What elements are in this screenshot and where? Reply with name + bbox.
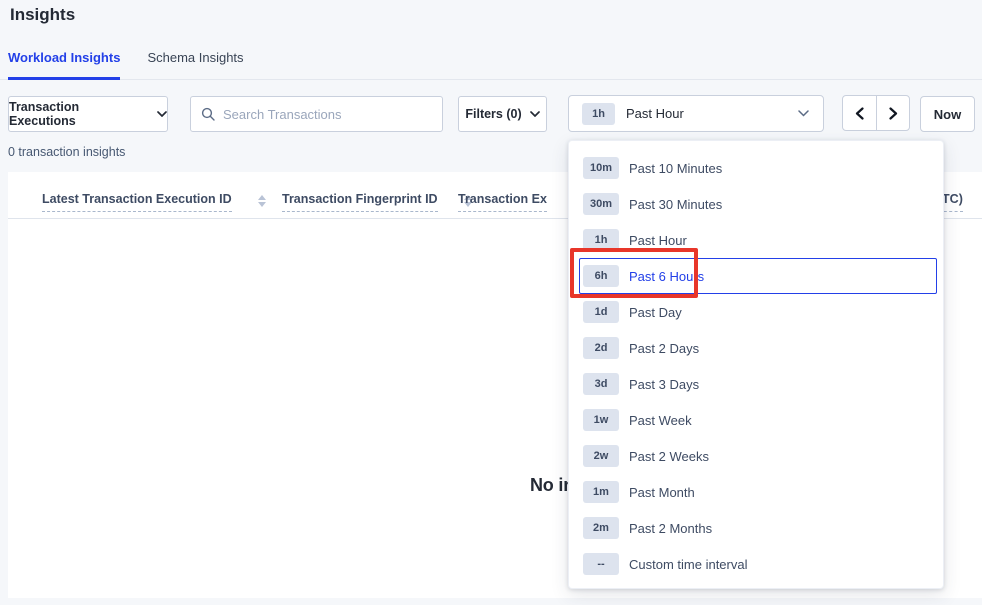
chevron-down-icon	[157, 111, 167, 117]
time-interval-menu: 10m Past 10 Minutes 30m Past 30 Minutes …	[568, 140, 944, 589]
time-option-badge: 1m	[583, 481, 619, 503]
time-option-badge: 2d	[583, 337, 619, 359]
transaction-type-label: Transaction Executions	[9, 100, 149, 128]
chevron-right-icon	[888, 107, 899, 120]
chevron-left-icon	[854, 107, 865, 120]
time-interval-badge: 1h	[582, 103, 615, 125]
column-label: Transaction Fingerprint ID	[282, 192, 438, 212]
page-title: Insights	[10, 5, 75, 25]
tab-bar: Workload Insights Schema Insights	[0, 50, 982, 80]
time-option-past-2-weeks[interactable]: 2w Past 2 Weeks	[579, 438, 937, 474]
time-option-past-6-hours[interactable]: 6h Past 6 Hours	[579, 258, 937, 294]
time-option-badge: 10m	[583, 157, 619, 179]
time-option-badge: --	[583, 553, 619, 575]
column-header-transaction-execution[interactable]: Transaction Ex	[458, 192, 547, 212]
time-option-past-2-days[interactable]: 2d Past 2 Days	[579, 330, 937, 366]
column-label: Latest Transaction Execution ID	[42, 192, 232, 212]
time-option-past-hour[interactable]: 1h Past Hour	[579, 222, 937, 258]
time-interval-picker[interactable]: 1h Past Hour	[568, 95, 824, 132]
transaction-type-dropdown[interactable]: Transaction Executions	[8, 96, 168, 132]
chevron-down-icon	[530, 111, 540, 117]
time-option-badge: 6h	[583, 265, 619, 287]
insights-count: 0 transaction insights	[8, 145, 125, 159]
column-header-transaction-fingerprint-id[interactable]: Transaction Fingerprint ID	[282, 192, 472, 212]
chevron-down-icon	[798, 110, 809, 117]
time-option-label: Past 3 Days	[629, 377, 699, 392]
tab-workload-insights[interactable]: Workload Insights	[8, 50, 120, 80]
time-option-label: Past 2 Months	[629, 521, 712, 536]
time-option-badge: 2m	[583, 517, 619, 539]
filters-label: Filters (0)	[465, 107, 521, 121]
time-option-past-2-months[interactable]: 2m Past 2 Months	[579, 510, 937, 546]
time-option-badge: 2w	[583, 445, 619, 467]
time-option-custom-time-interval[interactable]: -- Custom time interval	[579, 546, 937, 582]
tab-schema-insights[interactable]: Schema Insights	[147, 50, 243, 79]
now-label: Now	[934, 107, 961, 122]
time-option-label: Past Hour	[629, 233, 687, 248]
search-input[interactable]	[223, 107, 432, 122]
column-header-latest-transaction-execution-id[interactable]: Latest Transaction Execution ID	[42, 192, 266, 212]
sort-icon	[258, 195, 266, 207]
time-option-badge: 30m	[583, 193, 619, 215]
search-box[interactable]	[190, 96, 443, 132]
time-option-past-month[interactable]: 1m Past Month	[579, 474, 937, 510]
time-option-past-week[interactable]: 1w Past Week	[579, 402, 937, 438]
time-next-button[interactable]	[876, 96, 909, 130]
time-option-label: Past 10 Minutes	[629, 161, 722, 176]
time-option-label: Past 6 Hours	[629, 269, 704, 284]
time-option-label: Past Day	[629, 305, 682, 320]
time-option-past-3-days[interactable]: 3d Past 3 Days	[579, 366, 937, 402]
time-option-label: Custom time interval	[629, 557, 747, 572]
time-option-label: Past Week	[629, 413, 692, 428]
time-option-label: Past 2 Weeks	[629, 449, 709, 464]
time-option-label: Past 30 Minutes	[629, 197, 722, 212]
time-range-arrows	[842, 95, 910, 131]
time-option-past-10-minutes[interactable]: 10m Past 10 Minutes	[579, 150, 937, 186]
time-option-past-30-minutes[interactable]: 30m Past 30 Minutes	[579, 186, 937, 222]
time-option-past-day[interactable]: 1d Past Day	[579, 294, 937, 330]
time-option-label: Past 2 Days	[629, 341, 699, 356]
time-option-badge: 1w	[583, 409, 619, 431]
time-option-badge: 3d	[583, 373, 619, 395]
search-icon	[201, 107, 215, 121]
time-option-badge: 1d	[583, 301, 619, 323]
time-interval-label: Past Hour	[626, 106, 787, 121]
time-option-label: Past Month	[629, 485, 695, 500]
filters-dropdown[interactable]: Filters (0)	[458, 96, 547, 132]
column-label: Transaction Ex	[458, 192, 547, 212]
now-button[interactable]: Now	[920, 96, 975, 132]
time-prev-button[interactable]	[843, 96, 876, 130]
time-option-badge: 1h	[583, 229, 619, 251]
